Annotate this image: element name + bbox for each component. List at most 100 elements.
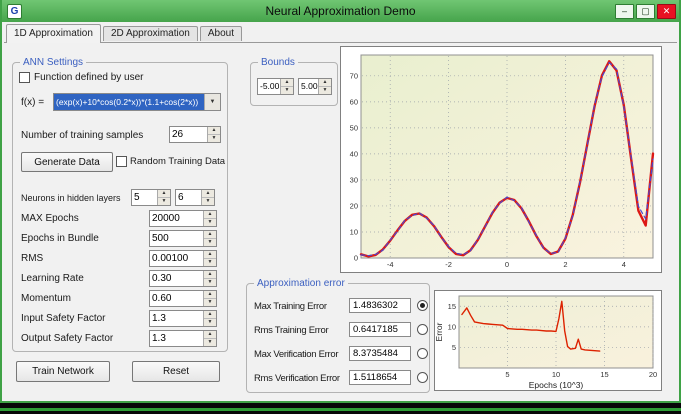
- rms-verification-error-radio[interactable]: [417, 372, 428, 383]
- spinner-buttons[interactable]: ▲▼: [203, 291, 216, 306]
- spinner-buttons[interactable]: ▲▼: [203, 311, 216, 326]
- spin-down-icon[interactable]: ▼: [158, 198, 170, 205]
- spin-down-icon[interactable]: ▼: [204, 319, 216, 326]
- tab-about[interactable]: About: [200, 26, 242, 41]
- svg-text:0: 0: [505, 260, 509, 269]
- spin-down-icon[interactable]: ▼: [204, 279, 216, 286]
- spin-up-icon[interactable]: ▲: [204, 231, 216, 239]
- reset-button[interactable]: Reset: [132, 361, 220, 382]
- input-safety-factor-spinner[interactable]: 1.3 ▲▼: [149, 310, 217, 327]
- spinner-buttons[interactable]: ▲▼: [157, 190, 170, 205]
- title-bar: Neural Approximation Demo G – ▢ ✕: [2, 0, 679, 22]
- spin-down-icon[interactable]: ▼: [204, 239, 216, 246]
- approximation-error-group: Approximation error Max Training Error 1…: [246, 283, 430, 393]
- tab-2d-approximation[interactable]: 2D Approximation: [103, 26, 198, 41]
- samples-label: Number of training samples: [21, 130, 143, 141]
- spinner-buttons[interactable]: ▲▼: [203, 251, 216, 266]
- output-safety-factor-spinner[interactable]: 1.3 ▲▼: [149, 330, 217, 347]
- spin-up-icon[interactable]: ▲: [204, 211, 216, 219]
- rms-spinner[interactable]: 0.00100 ▲▼: [149, 250, 217, 267]
- fx-label: f(x) =: [21, 97, 44, 108]
- epochs-in-bundle-label: Epochs in Bundle: [21, 233, 99, 244]
- lower-bound-value: -5.00: [258, 79, 280, 94]
- spin-down-icon[interactable]: ▼: [204, 219, 216, 226]
- spin-up-icon[interactable]: ▲: [204, 251, 216, 259]
- close-button[interactable]: ✕: [657, 4, 676, 19]
- svg-text:Epochs (10^3): Epochs (10^3): [529, 380, 584, 390]
- tab-1d-approximation[interactable]: 1D Approximation: [6, 24, 101, 43]
- samples-value: 26: [170, 127, 207, 142]
- spin-up-icon[interactable]: ▲: [204, 311, 216, 319]
- spin-down-icon[interactable]: ▼: [319, 87, 331, 94]
- neurons-layer1-spinner[interactable]: 5 ▲▼: [131, 189, 171, 206]
- spin-up-icon[interactable]: ▲: [158, 190, 170, 198]
- spin-down-icon[interactable]: ▼: [204, 259, 216, 266]
- spinner-buttons[interactable]: ▲▼: [203, 271, 216, 286]
- random-training-data-label: Random Training Data: [130, 156, 225, 167]
- max-epochs-spinner[interactable]: 20000 ▲▼: [149, 210, 217, 227]
- neurons-layer2-spinner[interactable]: 6 ▲▼: [175, 189, 215, 206]
- spin-up-icon[interactable]: ▲: [202, 190, 214, 198]
- max-verification-error-label: Max Verification Error: [254, 349, 338, 360]
- spinner-buttons[interactable]: ▲▼: [280, 79, 293, 94]
- spin-up-icon[interactable]: ▲: [319, 79, 331, 87]
- spinner-buttons[interactable]: ▲▼: [318, 79, 331, 94]
- rms-training-error-value: 0.6417185: [349, 322, 411, 337]
- spin-up-icon[interactable]: ▲: [281, 79, 293, 87]
- train-network-button[interactable]: Train Network: [16, 361, 110, 382]
- ann-settings-title: ANN Settings: [20, 56, 86, 69]
- svg-text:0: 0: [354, 254, 358, 263]
- spin-down-icon[interactable]: ▼: [204, 339, 216, 346]
- neurons-layer2-value: 6: [176, 190, 201, 205]
- svg-text:Error: Error: [435, 322, 444, 341]
- max-verification-error-radio[interactable]: [417, 348, 428, 359]
- spinner-buttons[interactable]: ▲▼: [207, 127, 220, 142]
- maximize-button[interactable]: ▢: [636, 4, 655, 19]
- generate-data-button[interactable]: Generate Data: [21, 152, 113, 172]
- svg-text:20: 20: [350, 201, 358, 210]
- input-safety-factor-label: Input Safety Factor: [21, 313, 106, 324]
- epochs-in-bundle-spinner[interactable]: 500 ▲▼: [149, 230, 217, 247]
- learning-rate-value: 0.30: [150, 271, 203, 286]
- fx-combobox[interactable]: (exp(x)+10*cos(0.2*x))*(1.1+cos(2*x)) ▼: [53, 93, 221, 111]
- rms-training-error-radio[interactable]: [417, 324, 428, 335]
- max-training-error-radio[interactable]: [417, 300, 428, 311]
- svg-text:5: 5: [505, 370, 509, 379]
- lower-bound-spinner[interactable]: -5.00 ▲▼: [257, 78, 294, 95]
- svg-text:50: 50: [350, 123, 358, 132]
- spinner-buttons[interactable]: ▲▼: [203, 211, 216, 226]
- spin-down-icon[interactable]: ▼: [204, 299, 216, 306]
- approximation-error-title: Approximation error: [254, 277, 348, 290]
- spinner-buttons[interactable]: ▲▼: [201, 190, 214, 205]
- ann-settings-group: ANN Settings Function defined by user f(…: [12, 62, 228, 352]
- max-verification-error-value: 8.3735484: [349, 346, 411, 361]
- spinner-buttons[interactable]: ▲▼: [203, 231, 216, 246]
- momentum-spinner[interactable]: 0.60 ▲▼: [149, 290, 217, 307]
- spin-down-icon[interactable]: ▼: [281, 87, 293, 94]
- spin-up-icon[interactable]: ▲: [204, 271, 216, 279]
- checkbox-box-icon[interactable]: [19, 72, 30, 83]
- spin-up-icon[interactable]: ▲: [208, 127, 220, 135]
- upper-bound-spinner[interactable]: 5.00 ▲▼: [298, 78, 332, 95]
- samples-spinner[interactable]: 26 ▲▼: [169, 126, 221, 143]
- output-safety-factor-value: 1.3: [150, 331, 203, 346]
- error-chart: 510152051015Epochs (10^3)Error: [435, 291, 661, 390]
- spin-up-icon[interactable]: ▲: [204, 331, 216, 339]
- spin-down-icon[interactable]: ▼: [202, 198, 214, 205]
- function-defined-checkbox[interactable]: Function defined by user: [19, 72, 144, 83]
- error-chart-frame: 510152051015Epochs (10^3)Error: [434, 290, 662, 391]
- function-defined-label: Function defined by user: [34, 72, 144, 83]
- svg-text:-2: -2: [445, 260, 452, 269]
- random-training-data-checkbox[interactable]: Random Training Data: [116, 156, 225, 167]
- learning-rate-spinner[interactable]: 0.30 ▲▼: [149, 270, 217, 287]
- checkbox-box-icon[interactable]: [116, 156, 127, 167]
- svg-text:30: 30: [350, 175, 358, 184]
- spin-down-icon[interactable]: ▼: [208, 135, 220, 142]
- spinner-buttons[interactable]: ▲▼: [203, 331, 216, 346]
- function-chart: -4-2024010203040506070: [341, 47, 661, 272]
- combo-dropdown-icon[interactable]: ▼: [204, 94, 220, 110]
- spin-up-icon[interactable]: ▲: [204, 291, 216, 299]
- svg-text:60: 60: [350, 97, 358, 106]
- minimize-button[interactable]: –: [615, 4, 634, 19]
- window-controls: – ▢ ✕: [615, 4, 676, 19]
